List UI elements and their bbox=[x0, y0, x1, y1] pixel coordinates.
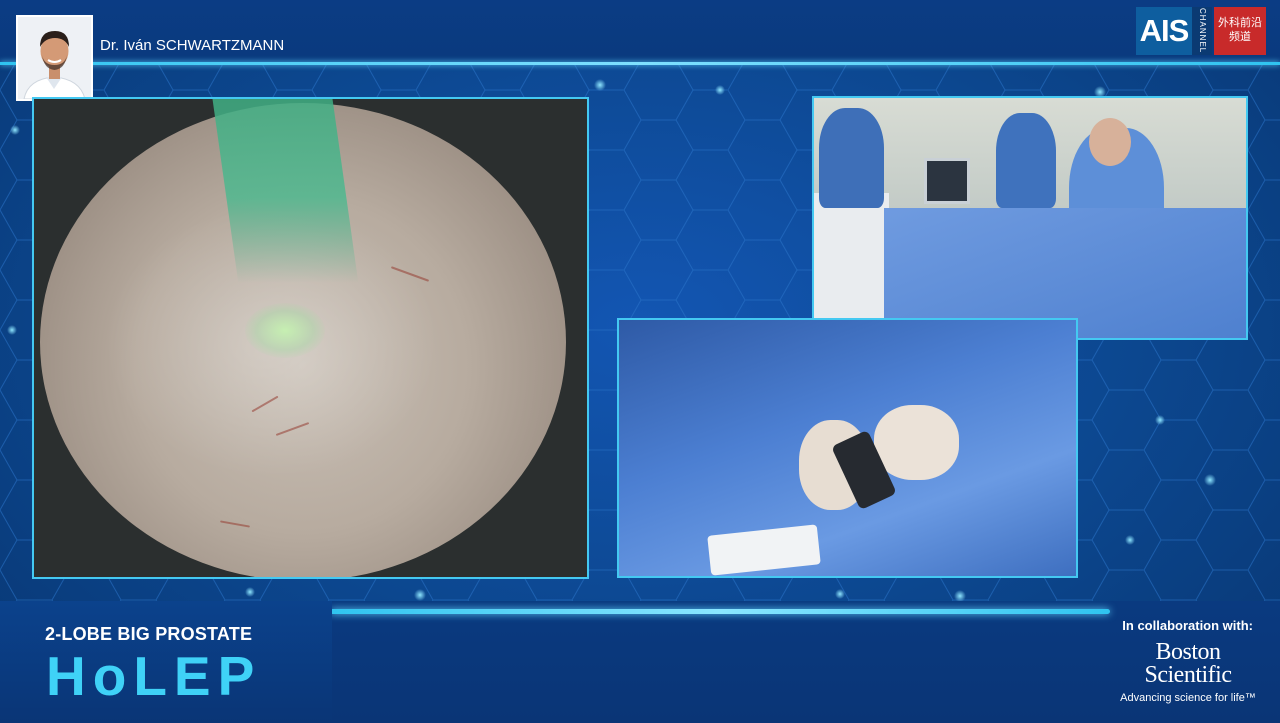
endoscope-circular-view bbox=[40, 99, 566, 577]
procedure-subtitle: 2-LOBE BIG PROSTATE bbox=[45, 624, 253, 644]
speaker-avatar bbox=[16, 15, 93, 101]
staff-figure bbox=[996, 113, 1056, 208]
video-stage: Dr. Iván SCHWARTZMANN AIS CHANNEL 外科前沿 频… bbox=[0, 0, 1280, 723]
sterile-pad bbox=[707, 524, 821, 576]
ais-brand-text: AIS bbox=[1136, 7, 1192, 55]
ais-chinese-line2: 频道 bbox=[1229, 31, 1251, 43]
gloved-hand-right bbox=[874, 405, 959, 480]
tissue-streak bbox=[275, 422, 310, 436]
person-portrait-icon bbox=[18, 17, 91, 99]
ais-channel-logo: AIS CHANNEL 外科前沿 频道 bbox=[1136, 7, 1266, 55]
staff-figure bbox=[819, 108, 884, 208]
top-bar bbox=[0, 0, 1280, 64]
operating-room-camera-panel bbox=[812, 96, 1248, 340]
surgeon-hands-camera-panel bbox=[617, 318, 1078, 578]
collaboration-label: In collaboration with: bbox=[1122, 618, 1253, 633]
speaker-name: Dr. Iván SCHWARTZMANN bbox=[100, 37, 285, 54]
laser-fiber-beam bbox=[211, 99, 359, 283]
tissue-streak bbox=[251, 395, 279, 413]
sponsor-name-line1: Boston bbox=[1155, 639, 1221, 665]
sponsor-name-line2: Scientific bbox=[1144, 662, 1232, 688]
ais-chinese-line1: 外科前沿 bbox=[1218, 17, 1262, 29]
laser-green-spot bbox=[245, 303, 325, 358]
top-accent-line bbox=[0, 62, 1280, 65]
ais-chinese-label: 外科前沿 频道 bbox=[1214, 7, 1266, 55]
tissue-streak bbox=[390, 266, 430, 282]
or-monitor bbox=[924, 158, 970, 204]
bottom-accent-line bbox=[330, 609, 1110, 614]
procedure-title: HoLEP bbox=[46, 645, 262, 707]
sponsor-tagline: Advancing science for life™ bbox=[1120, 692, 1256, 704]
ais-channel-label: CHANNEL bbox=[1192, 7, 1212, 55]
tissue-streak bbox=[220, 520, 250, 528]
surgeon-head bbox=[1089, 118, 1131, 166]
endoscope-video-panel bbox=[32, 97, 589, 579]
boston-scientific-logo: Boston Scientific Advancing science for … bbox=[1118, 640, 1258, 710]
